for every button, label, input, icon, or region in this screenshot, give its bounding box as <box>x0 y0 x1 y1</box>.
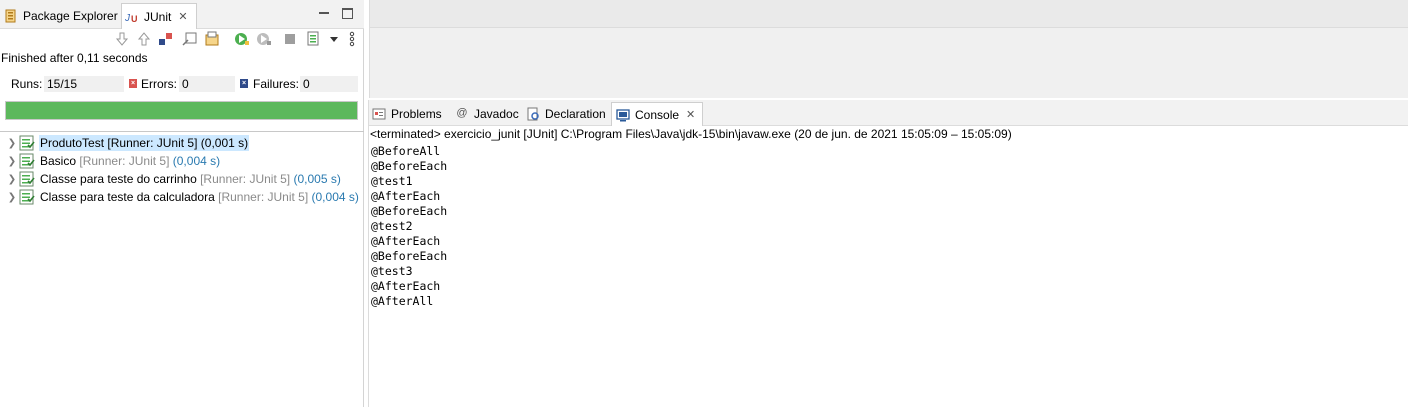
test-class-name: Classe para teste da calculadora <box>40 190 215 204</box>
close-icon[interactable]: ✕ <box>686 108 695 121</box>
failures-label: Failures: <box>253 77 300 91</box>
console-view: Problems @ Javadoc Declaration Console ✕… <box>368 100 1408 407</box>
tab-declaration-label: Declaration <box>545 107 606 121</box>
run-status: Finished after 0,11 seconds <box>1 51 148 65</box>
chevron-right-icon[interactable]: ❯ <box>5 138 19 149</box>
test-tree-item[interactable]: ❯ ProdutoTest [Runner: JUnit 5] (0,001 s) <box>0 134 364 152</box>
test-duration: (0,004 s) <box>172 154 221 168</box>
test-tree-item-text: ProdutoTest [Runner: JUnit 5] (0,001 s) <box>39 135 250 151</box>
test-runner: [Runner: JUnit 5] <box>107 136 198 150</box>
test-suite-ok-icon <box>19 189 35 205</box>
console-output[interactable]: @BeforeAll @BeforeEach @test1 @AfterEach @Be… <box>371 144 447 309</box>
chevron-right-icon[interactable]: ❯ <box>5 192 19 203</box>
runs-value: 15/15 <box>44 76 124 92</box>
close-icon[interactable]: ✕ <box>178 10 187 23</box>
chevron-right-icon[interactable]: ❯ <box>5 174 19 185</box>
test-suite-ok-icon <box>19 153 35 169</box>
test-counters: Runs: 15/15 × Errors: 0 × Failures: 0 <box>0 76 364 93</box>
show-failures-only-icon[interactable] <box>158 31 174 47</box>
editor-tab-bar <box>370 0 1408 28</box>
maximize-icon[interactable] <box>342 8 353 19</box>
test-run-history-icon[interactable] <box>306 31 322 47</box>
test-duration: (0,004 s) <box>311 190 359 204</box>
previous-failure-icon[interactable] <box>136 31 152 47</box>
error-icon: × <box>129 79 137 88</box>
next-failure-icon[interactable] <box>114 31 130 47</box>
tab-problems-label: Problems <box>391 107 442 121</box>
javadoc-icon: @ <box>456 107 468 119</box>
test-suite-ok-icon <box>19 171 35 187</box>
console-tab-bar: Problems @ Javadoc Declaration Console ✕ <box>369 100 1408 126</box>
rerun-failed-first-icon[interactable] <box>256 31 272 47</box>
test-tree-item[interactable]: ❯ Basico [Runner: JUnit 5] (0,004 s) <box>0 152 364 170</box>
tab-console[interactable]: Console ✕ <box>611 102 703 126</box>
scroll-lock-icon[interactable] <box>182 31 198 47</box>
junit-view: Package Explorer JU JUnit ✕ Finished aft… <box>0 0 364 407</box>
left-tab-bar: Package Explorer JU JUnit ✕ <box>0 0 364 29</box>
editor-area <box>369 0 1408 98</box>
errors-label: Errors: <box>141 77 177 91</box>
console-line: @test3 <box>371 264 413 278</box>
errors-value: 0 <box>179 76 235 92</box>
chevron-right-icon[interactable]: ❯ <box>5 156 19 167</box>
stop-icon[interactable] <box>282 31 298 47</box>
test-tree: ❯ ProdutoTest [Runner: JUnit 5] (0,001 s)… <box>0 134 364 206</box>
test-progress-bar <box>5 101 358 120</box>
console-line: @AfterEach <box>371 189 441 203</box>
test-suite-ok-icon <box>19 135 35 151</box>
test-progress-fill <box>6 102 357 119</box>
history-icon[interactable] <box>204 31 220 47</box>
divider <box>0 131 364 132</box>
test-tree-item[interactable]: ❯ Classe para teste da calculadora [Runne… <box>0 188 364 206</box>
dropdown-icon[interactable] <box>326 31 342 47</box>
console-line: @AfterEach <box>371 234 441 248</box>
console-line: @BeforeEach <box>371 159 448 173</box>
tab-javadoc[interactable]: @ Javadoc <box>455 102 519 126</box>
test-runner: [Runner: JUnit 5] <box>200 172 291 186</box>
tab-package-explorer-label: Package Explorer <box>23 9 118 23</box>
tab-package-explorer[interactable]: Package Explorer <box>4 3 118 29</box>
junit-toolbar <box>100 30 364 50</box>
tab-problems[interactable]: Problems <box>372 102 442 126</box>
tab-console-label: Console <box>635 107 680 122</box>
runs-label: Runs: <box>11 77 43 91</box>
package-explorer-icon <box>4 9 18 23</box>
test-duration: (0,001 s) <box>200 136 249 150</box>
console-line: @AfterAll <box>371 294 434 308</box>
test-runner: [Runner: JUnit 5] <box>79 154 170 168</box>
test-class-name: ProdutoTest <box>40 136 105 150</box>
declaration-icon <box>526 107 540 121</box>
console-line: @AfterEach <box>371 279 441 293</box>
console-process-header: <terminated> exercicio_junit [JUnit] C:\… <box>370 127 1012 141</box>
test-class-name: Basico <box>40 154 77 168</box>
console-icon <box>616 108 630 122</box>
test-tree-item[interactable]: ❯ Classe para teste do carrinho [Runner: … <box>0 170 364 188</box>
tab-junit[interactable]: JU JUnit ✕ <box>121 3 197 29</box>
console-line: @test2 <box>371 219 413 233</box>
junit-icon: JU <box>124 10 139 24</box>
tab-javadoc-label: Javadoc <box>474 107 519 121</box>
console-line: @BeforeEach <box>371 249 448 263</box>
tab-declaration[interactable]: Declaration <box>526 102 606 126</box>
test-class-name: Classe para teste do carrinho <box>40 172 197 186</box>
tab-junit-label: JUnit <box>144 9 172 24</box>
failure-icon: × <box>240 79 248 88</box>
svg-text:U: U <box>131 14 138 24</box>
test-tree-item-text: Basico [Runner: JUnit 5] (0,004 s) <box>39 153 221 169</box>
failures-value: 0 <box>300 76 358 92</box>
test-tree-item-text: Classe para teste do carrinho [Runner: J… <box>39 171 342 187</box>
view-menu-icon[interactable] <box>344 31 360 47</box>
test-duration: (0,005 s) <box>293 172 341 186</box>
minimize-icon[interactable] <box>318 7 330 19</box>
test-tree-item-text: Classe para teste da calculadora [Runner… <box>39 189 360 205</box>
rerun-test-icon[interactable] <box>234 31 250 47</box>
console-line: @BeforeAll <box>371 144 441 158</box>
problems-icon <box>372 107 386 121</box>
console-line: @test1 <box>371 174 413 188</box>
test-runner: [Runner: JUnit 5] <box>218 190 309 204</box>
console-line: @BeforeEach <box>371 204 448 218</box>
